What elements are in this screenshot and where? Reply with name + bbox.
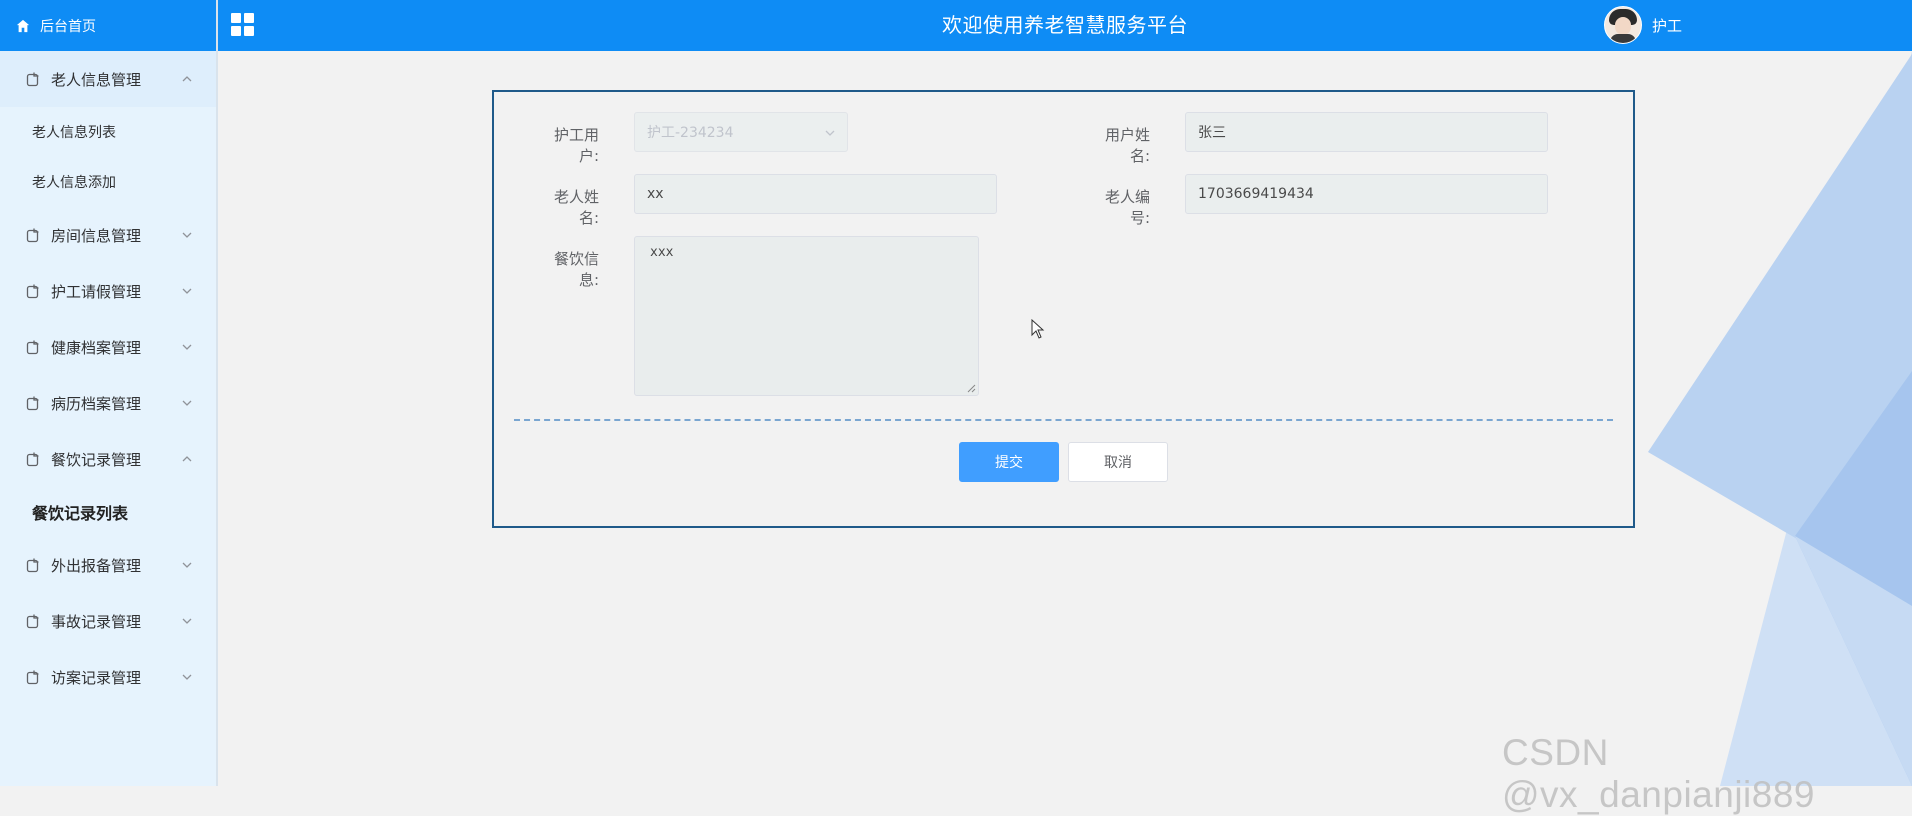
- chevron-down-icon: [182, 618, 192, 624]
- document-icon: [26, 452, 39, 467]
- document-icon: [26, 614, 39, 629]
- elder-no-field[interactable]: 1703669419434: [1185, 174, 1548, 214]
- elder-name-field[interactable]: xx: [634, 174, 997, 214]
- user-menu[interactable]: 护工: [1604, 6, 1682, 44]
- sidebar-menu-visit-records[interactable]: 访案记录管理: [0, 649, 216, 705]
- chevron-down-icon: [182, 674, 192, 680]
- document-icon: [26, 340, 39, 355]
- sidebar-item-elder-add[interactable]: 老人信息添加: [0, 157, 216, 207]
- document-icon: [26, 228, 39, 243]
- avatar[interactable]: [1604, 6, 1642, 44]
- home-icon: [16, 19, 30, 32]
- sidebar-item-elder-list[interactable]: 老人信息列表: [0, 107, 216, 157]
- sidebar-menu-label: 老人信息管理: [51, 70, 142, 89]
- document-icon: [26, 72, 39, 87]
- sidebar-menu-label: 访案记录管理: [51, 668, 142, 687]
- sidebar-item-diet-list[interactable]: 餐饮记录列表: [0, 487, 216, 537]
- sidebar-menu-label: 健康档案管理: [51, 338, 142, 357]
- elder-no-label: 老人编号:: [1104, 188, 1150, 227]
- sidebar-menu-medical-records[interactable]: 病历档案管理: [0, 375, 216, 431]
- sidebar-menu-health-records[interactable]: 健康档案管理: [0, 319, 216, 375]
- sidebar-menu-outing-report[interactable]: 外出报备管理: [0, 537, 216, 593]
- diet-info-label: 餐饮信息:: [553, 250, 599, 289]
- sidebar-menu-label: 餐饮记录管理: [51, 450, 142, 469]
- mouse-cursor-icon: [1031, 319, 1045, 339]
- sidebar-menu-label: 事故记录管理: [51, 612, 142, 631]
- nurse-user-value: 护工-234234: [647, 125, 734, 141]
- sidebar-menu-accident-records[interactable]: 事故记录管理: [0, 593, 216, 649]
- diet-info-value: xxx: [650, 245, 674, 260]
- elder-name-label: 老人姓名:: [553, 188, 599, 227]
- watermark: CSDN @vx_danpianji889: [1502, 732, 1815, 815]
- user-name: 护工: [1652, 16, 1683, 35]
- nurse-user-label: 护工用户:: [553, 126, 599, 165]
- user-name-label: 用户姓名:: [1104, 126, 1150, 165]
- elder-name-value: xx: [647, 186, 664, 202]
- sidebar-menu-elder-info[interactable]: 老人信息管理: [0, 51, 216, 107]
- chevron-down-icon: [825, 130, 835, 136]
- chevron-up-icon: [182, 76, 192, 82]
- sidebar-menu-diet-records[interactable]: 餐饮记录管理: [0, 431, 216, 487]
- chevron-down-icon: [182, 344, 192, 350]
- user-name-field[interactable]: 张三: [1185, 112, 1548, 152]
- sidebar-menu-label: 护工请假管理: [51, 282, 142, 301]
- top-header: 欢迎使用养老智慧服务平台 护工: [218, 0, 1912, 51]
- document-icon: [26, 670, 39, 685]
- chevron-down-icon: [182, 232, 192, 238]
- chevron-down-icon: [182, 400, 192, 406]
- background-decoration: [1648, 51, 1912, 786]
- form-divider: [514, 419, 1613, 421]
- sidebar-menu-label: 外出报备管理: [51, 556, 142, 575]
- document-icon: [26, 558, 39, 573]
- elder-no-value: 1703669419434: [1198, 186, 1314, 202]
- diet-record-form: 护工用户: 护工-234234 用户姓名: 张三 老人姓名: xx 老人编号: …: [492, 90, 1635, 528]
- diet-info-textarea[interactable]: xxx: [634, 236, 979, 396]
- nurse-user-select[interactable]: 护工-234234: [634, 112, 848, 152]
- submit-button[interactable]: 提交: [959, 442, 1059, 482]
- sidebar-item-label: 老人信息添加: [32, 175, 116, 191]
- chevron-up-icon: [182, 456, 192, 462]
- sidebar-item-label: 老人信息列表: [32, 125, 116, 141]
- document-icon: [26, 396, 39, 411]
- sidebar-menu-room-info[interactable]: 房间信息管理: [0, 207, 216, 263]
- sidebar-menu-label: 房间信息管理: [51, 226, 142, 245]
- resize-handle-icon[interactable]: [967, 384, 976, 393]
- sidebar-item-label: 餐饮记录列表: [32, 504, 129, 523]
- chevron-down-icon: [182, 562, 192, 568]
- sidebar-menu-nurse-leave[interactable]: 护工请假管理: [0, 263, 216, 319]
- sidebar-home[interactable]: 后台首页: [0, 0, 216, 51]
- sidebar-home-label: 后台首页: [40, 18, 96, 35]
- document-icon: [26, 284, 39, 299]
- sidebar: 后台首页 老人信息管理 老人信息列表 老人信息添加 房间信息管理 护工请假管理 …: [0, 0, 218, 786]
- chevron-down-icon: [182, 288, 192, 294]
- cancel-button[interactable]: 取消: [1068, 442, 1168, 482]
- sidebar-menu-label: 病历档案管理: [51, 394, 142, 413]
- user-name-value: 张三: [1198, 125, 1226, 141]
